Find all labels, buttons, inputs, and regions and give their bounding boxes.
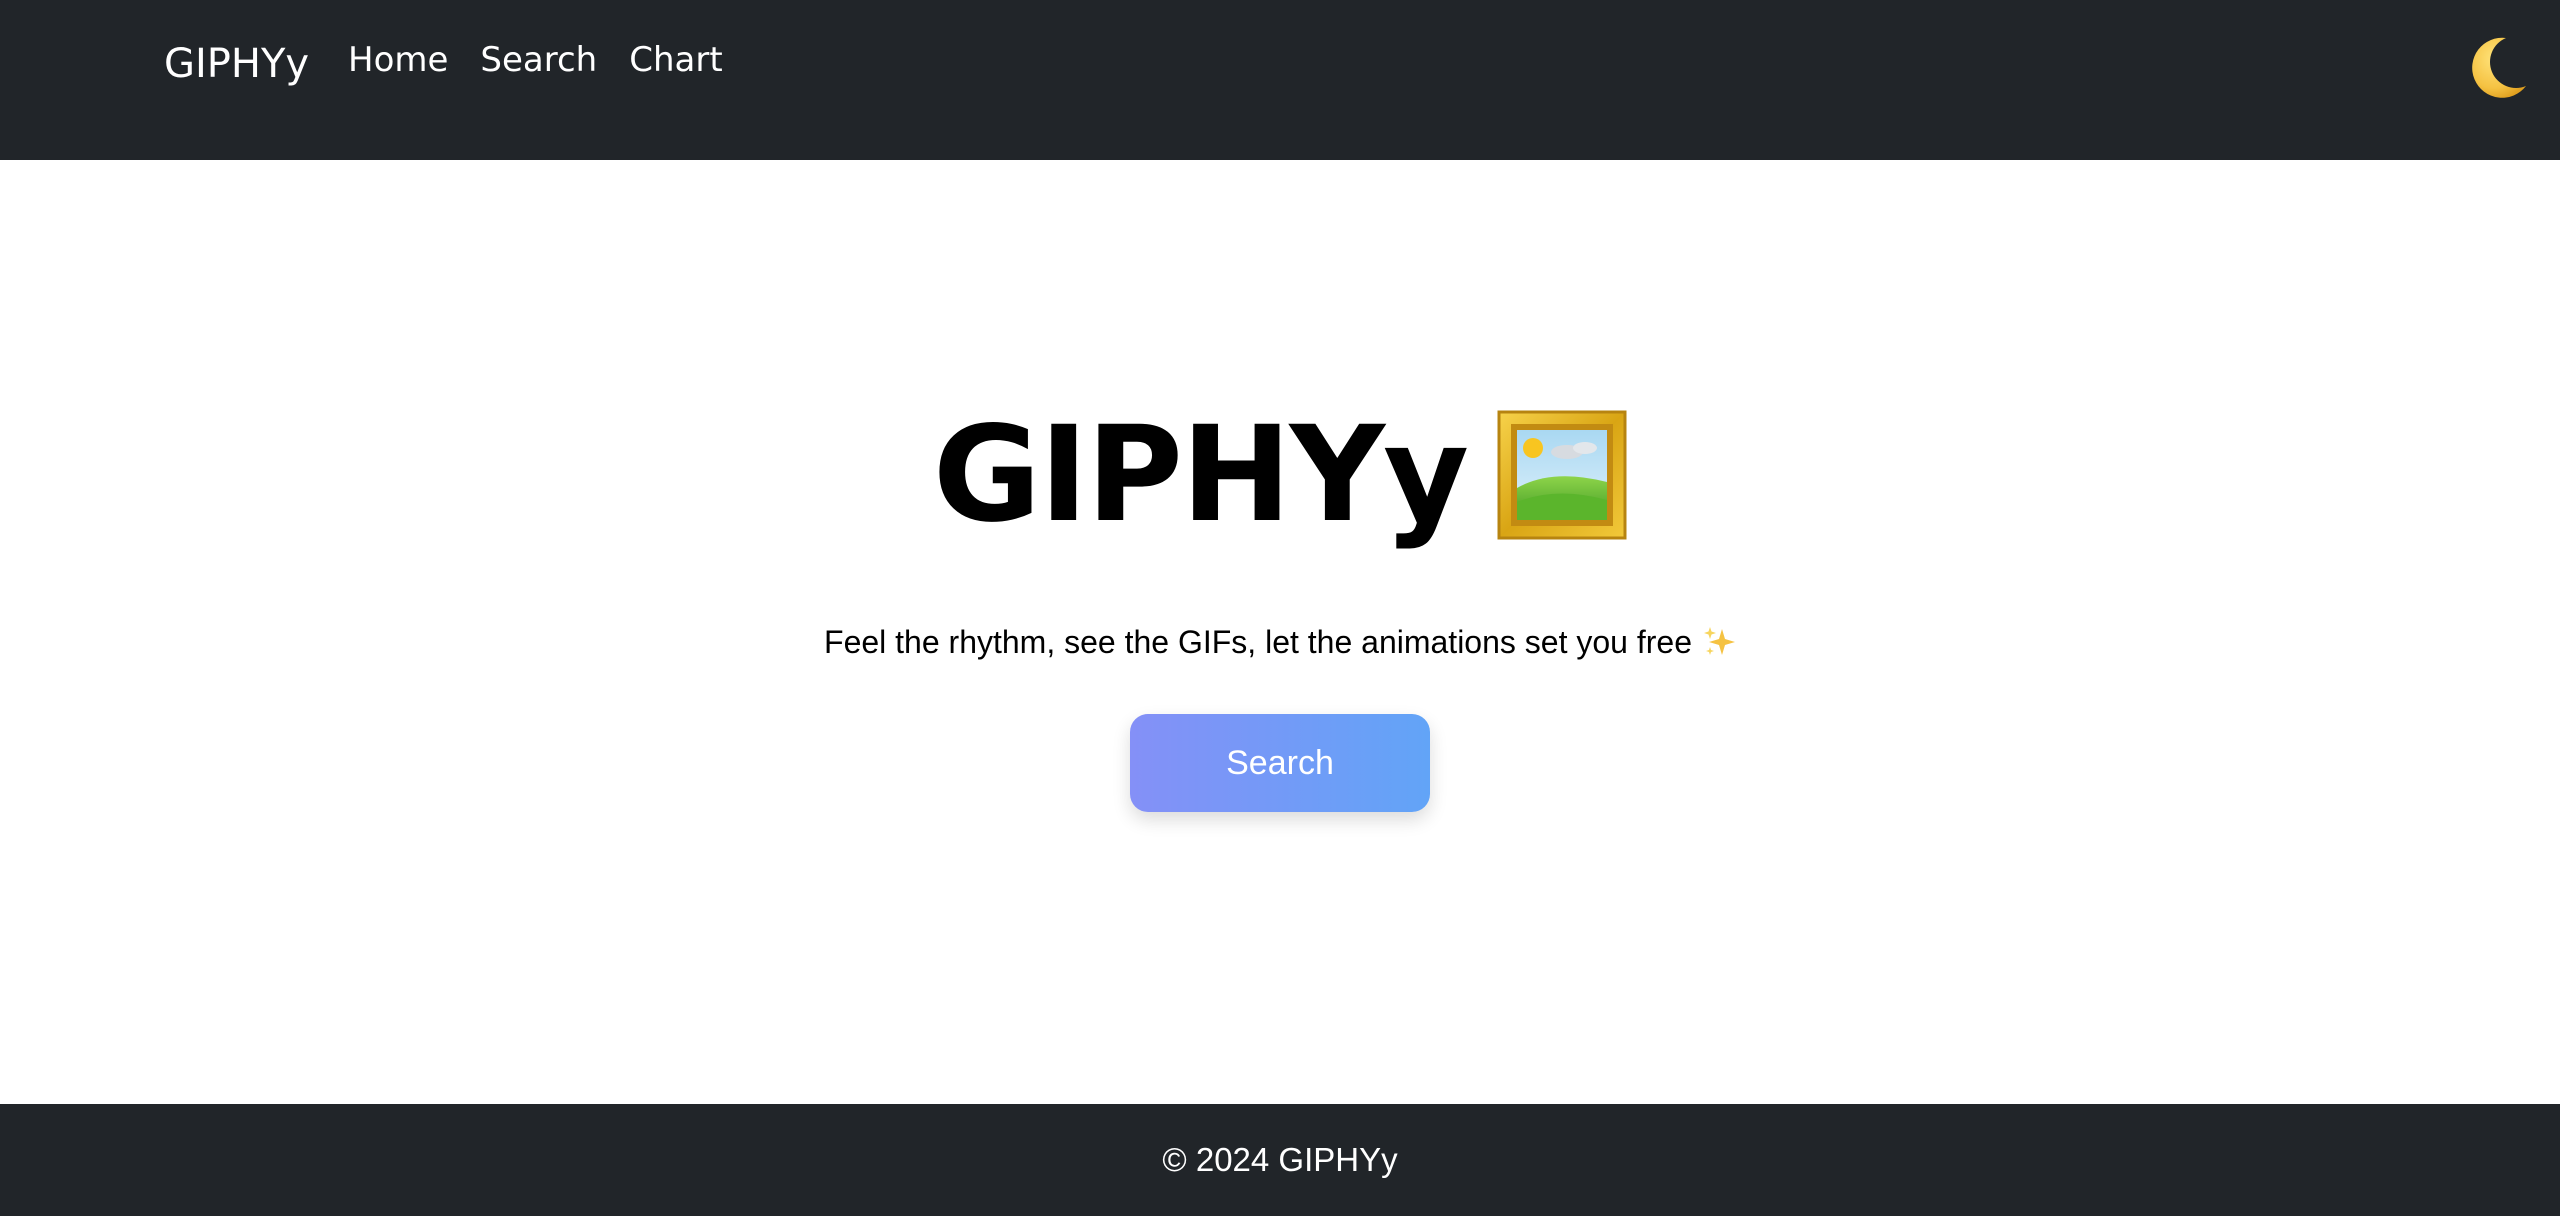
crescent-moon-icon[interactable] bbox=[2460, 32, 2532, 104]
nav-links: Home Search Chart bbox=[348, 38, 723, 82]
hero-tagline: Feel the rhythm, see the GIFs, let the a… bbox=[824, 624, 1692, 660]
hero-section: GIPHYy Feel the rhythm, see the GIFs, le… bbox=[0, 160, 2560, 1104]
hero-title: GIPHYy bbox=[932, 398, 1469, 552]
hero-search-button[interactable]: Search bbox=[1130, 714, 1430, 812]
navbar: GIPHYy Home Search Chart bbox=[0, 0, 2560, 160]
nav-link-search[interactable]: Search bbox=[480, 38, 597, 82]
footer: © 2024 GIPHYy bbox=[0, 1104, 2560, 1216]
sparkles-icon bbox=[1703, 627, 1735, 655]
framed-picture-icon bbox=[1497, 410, 1627, 540]
hero-title-row: GIPHYy bbox=[0, 400, 2560, 550]
footer-copyright: © 2024 GIPHYy bbox=[1162, 1141, 1398, 1178]
nav-link-home[interactable]: Home bbox=[348, 38, 448, 82]
nav-link-chart[interactable]: Chart bbox=[629, 38, 722, 82]
brand-link[interactable]: GIPHYy bbox=[164, 38, 309, 90]
tagline-row: Feel the rhythm, see the GIFs, let the a… bbox=[0, 618, 2560, 666]
